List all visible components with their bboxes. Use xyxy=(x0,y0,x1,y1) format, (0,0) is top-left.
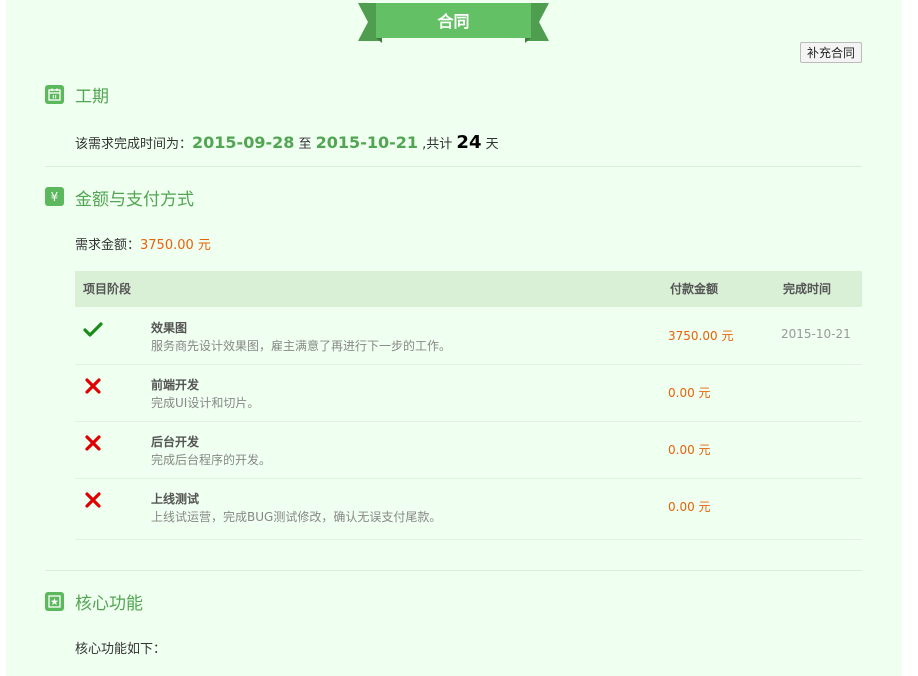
stage-desc: 完成UI设计和切片。 xyxy=(151,396,260,410)
svg-text:¥: ¥ xyxy=(51,190,59,204)
stage-name: 效果图 xyxy=(151,321,188,335)
schedule-section-title: 工期 xyxy=(75,87,109,107)
star-icon xyxy=(45,592,64,611)
contract-ribbon: 合同 xyxy=(358,3,549,43)
table-row: 上线测试 上线试运营，完成BUG测试修改，确认无误支付尾款。 0.00 元 xyxy=(75,478,862,540)
contract-title: 合同 xyxy=(437,12,470,31)
payment-section-title: 金额与支付方式 xyxy=(75,190,194,210)
table-row: 效果图 服务商先设计效果图，雇主满意了再进行下一步的工作。 3750.00 元 … xyxy=(75,307,862,365)
total-prefix: ,共计 xyxy=(422,137,453,152)
schedule-summary: 该需求完成时间为：2015-09-28 至 2015-10-21 ,共计 24 … xyxy=(75,132,499,156)
schedule-prefix: 该需求完成时间为： xyxy=(75,137,193,152)
stage-amount: 3750.00 元 xyxy=(668,329,734,343)
cross-icon xyxy=(85,378,101,394)
total-days: 24 xyxy=(456,132,482,153)
check-icon xyxy=(83,322,103,337)
schedule-to: 至 xyxy=(298,137,312,152)
calendar-icon xyxy=(45,85,64,104)
cross-icon xyxy=(85,435,101,451)
payment-divider xyxy=(45,570,862,571)
table-row: 后台开发 完成后台程序的开发。 0.00 元 xyxy=(75,421,862,479)
table-row: 前端开发 完成UI设计和切片。 0.00 元 xyxy=(75,364,862,422)
supplement-contract-button[interactable]: 补充合同 xyxy=(800,42,862,63)
amount-value: 3750.00 元 xyxy=(140,238,211,253)
stage-name: 前端开发 xyxy=(151,378,200,392)
header-done-time: 完成时间 xyxy=(783,282,832,296)
payment-table-header: 项目阶段 付款金额 完成时间 xyxy=(75,271,862,307)
header-stage: 项目阶段 xyxy=(83,282,132,296)
cross-icon xyxy=(85,492,101,508)
stage-amount: 0.00 元 xyxy=(668,500,711,514)
amount-label: 需求金额： xyxy=(75,238,141,253)
core-intro: 核心功能如下： xyxy=(75,642,167,657)
stage-amount: 0.00 元 xyxy=(668,443,711,457)
stage-desc: 服务商先设计效果图，雇主满意了再进行下一步的工作。 xyxy=(151,339,452,353)
demand-amount: 需求金额：3750.00 元 xyxy=(75,234,211,253)
end-date: 2015-10-21 xyxy=(315,133,418,152)
schedule-divider xyxy=(45,166,862,167)
start-date: 2015-09-28 xyxy=(192,133,295,152)
yen-icon: ¥ xyxy=(45,187,64,206)
stage-amount: 0.00 元 xyxy=(668,386,711,400)
header-amount: 付款金额 xyxy=(670,282,719,296)
days-unit: 天 xyxy=(485,137,499,152)
stage-name: 后台开发 xyxy=(151,435,200,449)
stage-done-time: 2015-10-21 xyxy=(781,327,851,341)
stage-name: 上线测试 xyxy=(151,492,200,506)
stage-desc: 上线试运营，完成BUG测试修改，确认无误支付尾款。 xyxy=(151,510,442,524)
core-section-title: 核心功能 xyxy=(75,594,143,614)
stage-desc: 完成后台程序的开发。 xyxy=(151,453,272,467)
